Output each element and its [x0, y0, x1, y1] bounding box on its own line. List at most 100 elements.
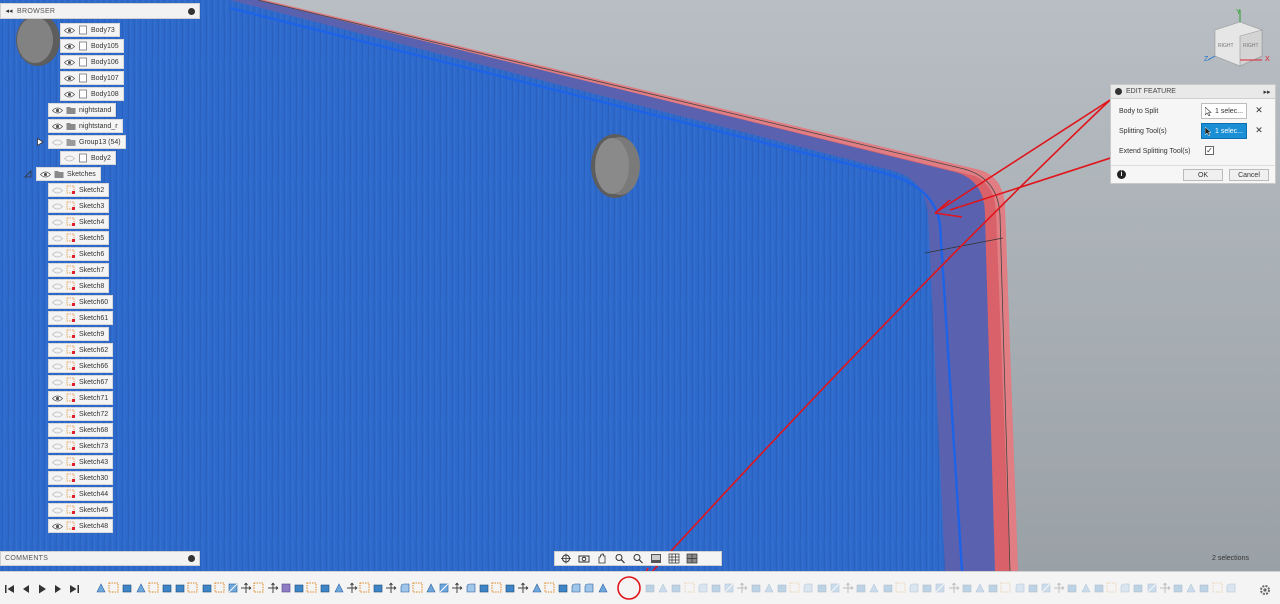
browser-item-nightstand[interactable]: nightstand — [48, 103, 117, 117]
timeline-body-icon[interactable] — [161, 582, 173, 594]
browser-item-sketch5[interactable]: Sketch5 — [48, 231, 110, 245]
timeline-suppressed-split-body-icon[interactable] — [934, 582, 946, 594]
orbit-icon[interactable] — [559, 553, 573, 564]
eye-visible-icon[interactable] — [64, 90, 75, 98]
eye-hidden-icon[interactable] — [52, 234, 63, 242]
timeline-suppressed-extrude-icon[interactable] — [974, 582, 986, 594]
eye-visible-icon[interactable] — [52, 106, 63, 114]
eye-hidden-icon[interactable] — [52, 490, 63, 498]
timeline-suppressed-move-icon[interactable] — [736, 582, 748, 594]
timeline-suppressed-body-icon[interactable] — [1027, 582, 1039, 594]
timeline-suppressed-body-icon[interactable] — [670, 582, 682, 594]
timeline-body-icon[interactable] — [478, 582, 490, 594]
timeline-sketch-icon[interactable] — [253, 582, 265, 594]
timeline-move-icon[interactable] — [451, 582, 463, 594]
go-to-end-icon[interactable] — [69, 584, 79, 594]
timeline-extrude-icon[interactable] — [95, 582, 107, 594]
timeline-suppressed-sketch-icon[interactable] — [789, 582, 801, 594]
expanded-triangle-icon[interactable] — [24, 170, 32, 178]
timeline-suppressed-move-icon[interactable] — [842, 582, 854, 594]
timeline-suppressed-body-icon[interactable] — [882, 582, 894, 594]
timeline-suppressed-body-icon[interactable] — [776, 582, 788, 594]
timeline-body-icon[interactable] — [201, 582, 213, 594]
timeline-suppressed-body-icon[interactable] — [710, 582, 722, 594]
splitting-tools-select[interactable]: 1 selec... — [1201, 123, 1247, 139]
browser-item-sketch3[interactable]: Sketch3 — [48, 199, 110, 213]
timeline[interactable] — [0, 571, 1280, 604]
timeline-extrude-icon[interactable] — [597, 582, 609, 594]
browser-tree[interactable]: Body73 Body105 Body106 Body107 Body108 nights… — [0, 20, 200, 540]
browser-item-sketch8[interactable]: Sketch8 — [48, 279, 110, 293]
timeline-move-icon[interactable] — [517, 582, 529, 594]
eye-hidden-icon[interactable] — [52, 250, 63, 258]
pan-icon[interactable] — [595, 553, 609, 564]
eye-hidden-icon[interactable] — [52, 298, 63, 306]
timeline-suppressed-move-icon[interactable] — [1053, 582, 1065, 594]
timeline-suppressed-extrude-icon[interactable] — [868, 582, 880, 594]
browser-item-sketch68[interactable]: Sketch68 — [48, 423, 114, 437]
eye-hidden-icon[interactable] — [52, 458, 63, 466]
timeline-body-icon[interactable] — [174, 582, 186, 594]
timeline-suppressed-extrude-icon[interactable] — [1080, 582, 1092, 594]
eye-hidden-icon[interactable] — [52, 266, 63, 274]
timeline-extrude-icon[interactable] — [531, 582, 543, 594]
timeline-extrude-icon[interactable] — [135, 582, 147, 594]
timeline-move-icon[interactable] — [385, 582, 397, 594]
browser-item-group13-54[interactable]: Group13 (54) — [48, 135, 126, 149]
eye-hidden-icon[interactable] — [52, 202, 63, 210]
eye-visible-icon[interactable] — [52, 394, 63, 402]
eye-visible-icon[interactable] — [40, 170, 51, 178]
timeline-suppressed-fillet-icon[interactable] — [1225, 582, 1237, 594]
eye-hidden-icon[interactable] — [52, 138, 63, 146]
eye-hidden-icon[interactable] — [52, 410, 63, 418]
timeline-extrude-icon[interactable] — [425, 582, 437, 594]
double-chevron-right-icon[interactable]: ▸▸ — [1263, 88, 1271, 96]
clear-selection-icon[interactable]: ✕ — [1254, 125, 1264, 136]
eye-visible-icon[interactable] — [64, 42, 75, 50]
browser-item-sketch44[interactable]: Sketch44 — [48, 487, 114, 501]
browser-item-sketch67[interactable]: Sketch67 — [48, 375, 114, 389]
timeline-suppressed-fillet-icon[interactable] — [697, 582, 709, 594]
timeline-split-body-icon[interactable] — [438, 582, 450, 594]
timeline-suppressed-split-body-icon[interactable] — [1040, 582, 1052, 594]
timeline-suppressed-fillet-icon[interactable] — [1119, 582, 1131, 594]
browser-item-sketch43[interactable]: Sketch43 — [48, 455, 114, 469]
eye-hidden-icon[interactable] — [52, 362, 63, 370]
timeline-sketch-icon[interactable] — [148, 582, 160, 594]
timeline-suppressed-body-icon[interactable] — [750, 582, 762, 594]
timeline-suppressed-body-icon[interactable] — [1066, 582, 1078, 594]
timeline-body-icon[interactable] — [372, 582, 384, 594]
go-to-start-icon[interactable] — [5, 584, 15, 594]
edit-feature-panel[interactable]: EDIT FEATURE ▸▸ Body to Split 1 selec...… — [1110, 84, 1276, 184]
timeline-sketch-icon[interactable] — [544, 582, 556, 594]
timeline-fillet-icon[interactable] — [570, 582, 582, 594]
timeline-suppressed-split-body-icon[interactable] — [723, 582, 735, 594]
eye-visible-icon[interactable] — [64, 74, 75, 82]
timeline-suppressed-extrude-icon[interactable] — [657, 582, 669, 594]
step-forward-icon[interactable] — [53, 584, 63, 594]
timeline-move-icon[interactable] — [346, 582, 358, 594]
timeline-split-body-icon[interactable] — [227, 582, 239, 594]
eye-hidden-icon[interactable] — [52, 426, 63, 434]
browser-item-sketch48[interactable]: Sketch48 — [48, 519, 114, 533]
timeline-suppressed-extrude-icon[interactable] — [1185, 582, 1197, 594]
timeline-sketch-icon[interactable] — [214, 582, 226, 594]
eye-hidden-icon[interactable] — [52, 218, 63, 226]
timeline-suppressed-sketch-icon[interactable] — [895, 582, 907, 594]
timeline-body-icon[interactable] — [504, 582, 516, 594]
timeline-suppressed-body-icon[interactable] — [987, 582, 999, 594]
browser-item-sketch9[interactable]: Sketch9 — [48, 327, 110, 341]
timeline-body-icon[interactable] — [293, 582, 305, 594]
browser-item-sketch7[interactable]: Sketch7 — [48, 263, 110, 277]
eye-hidden-icon[interactable] — [52, 314, 63, 322]
timeline-fillet-icon[interactable] — [399, 582, 411, 594]
eye-hidden-icon[interactable] — [52, 330, 63, 338]
collapsed-triangle-icon[interactable] — [36, 137, 44, 147]
timeline-suppressed-body-icon[interactable] — [1172, 582, 1184, 594]
ok-button[interactable]: OK — [1183, 169, 1223, 181]
viewcube[interactable] — [1207, 10, 1263, 67]
timeline-suppressed-split-body-icon[interactable] — [1146, 582, 1158, 594]
timeline-fillet-icon[interactable] — [583, 582, 595, 594]
timeline-suppressed-fillet-icon[interactable] — [1014, 582, 1026, 594]
eye-hidden-icon[interactable] — [52, 282, 63, 290]
